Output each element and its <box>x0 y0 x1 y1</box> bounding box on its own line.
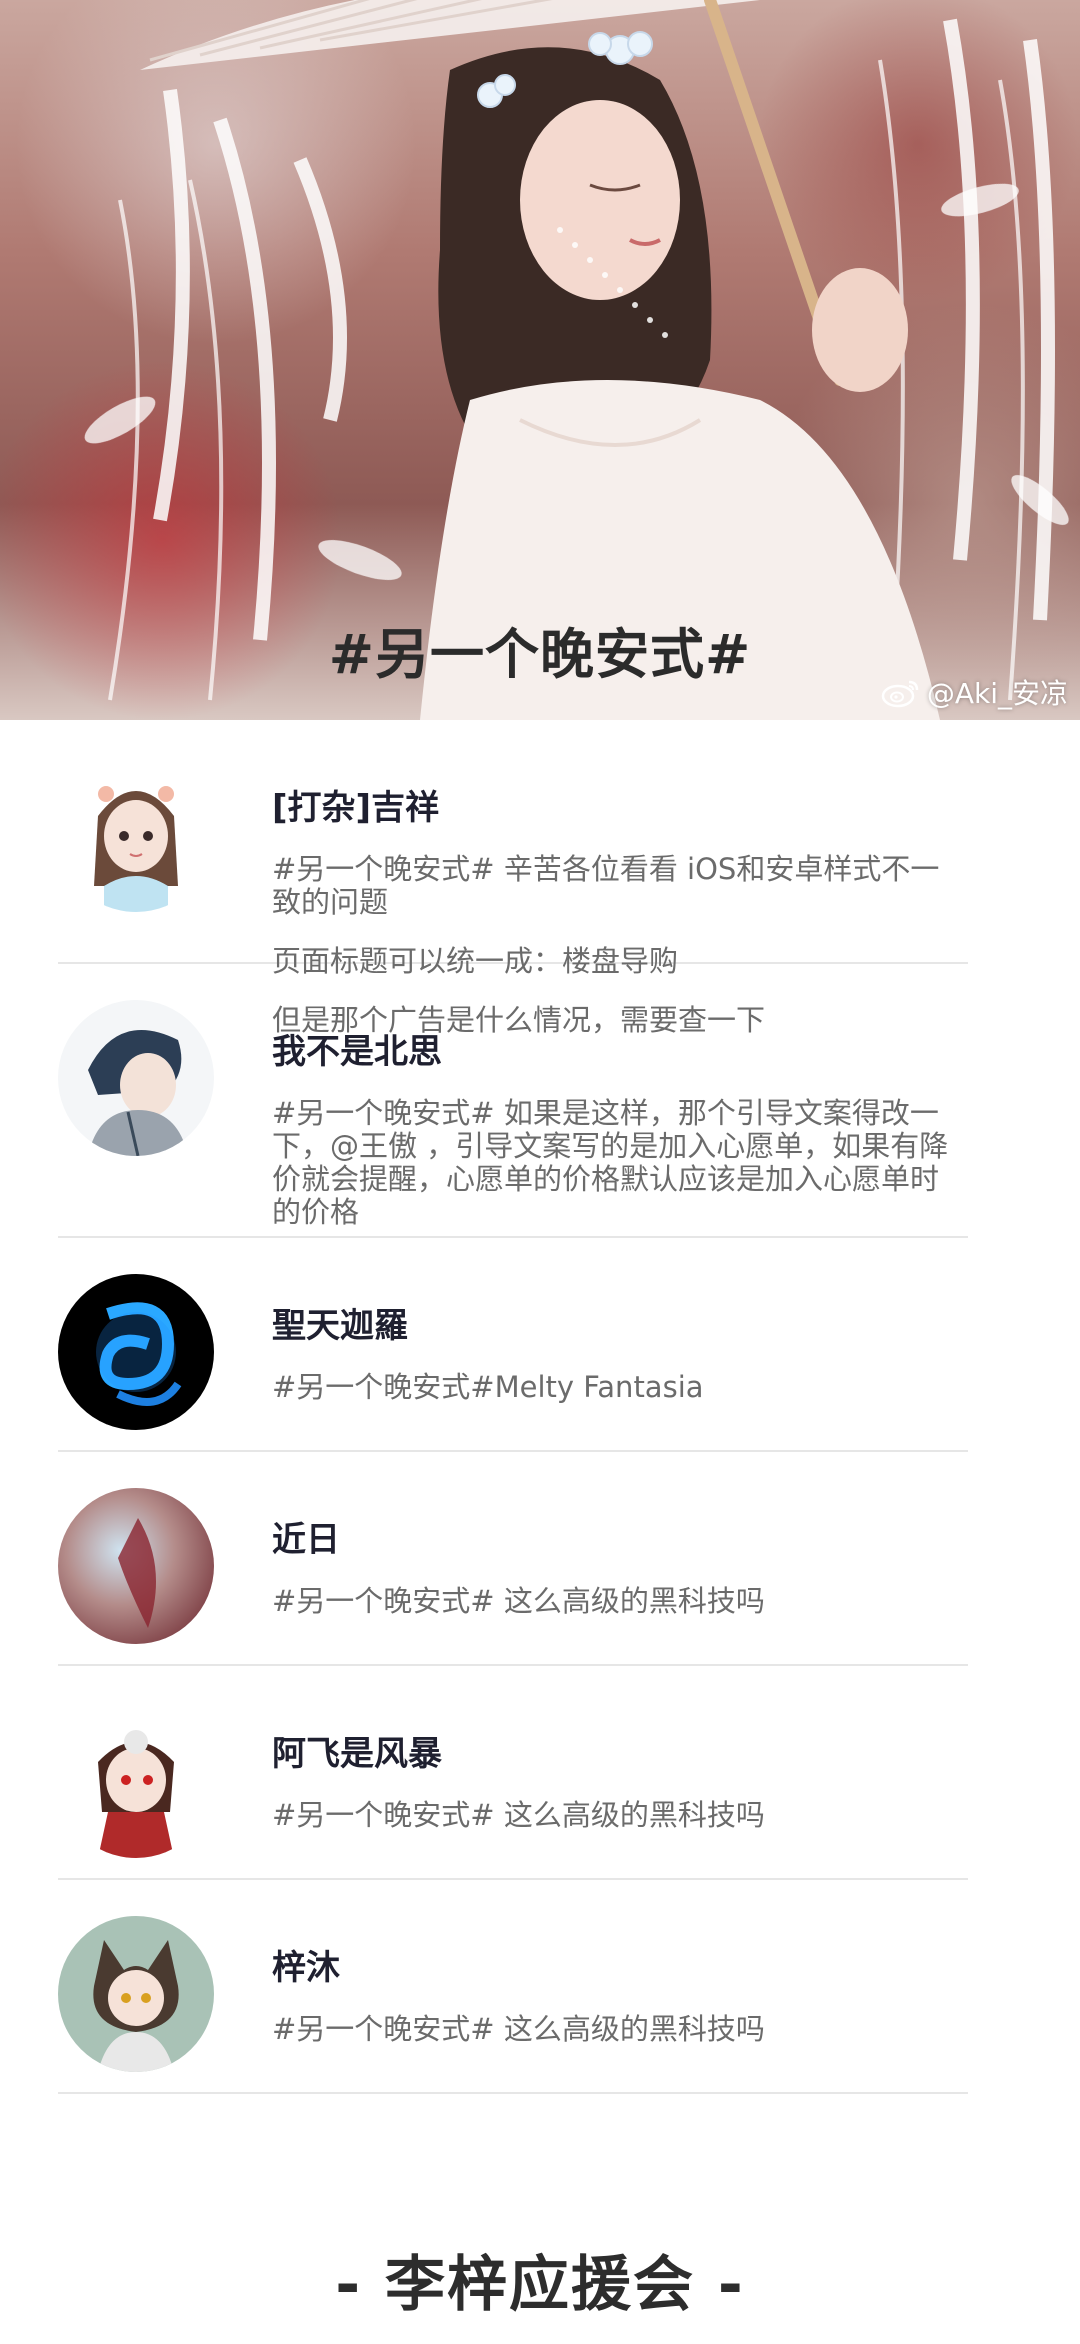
comment-item[interactable]: 梓沐 #另一个晚安式# 这么高级的黑科技吗 <box>58 1880 968 2094</box>
comment-text: #另一个晚安式#Melty Fantasia <box>272 1370 704 1404</box>
comment-author[interactable]: [打杂]吉祥 <box>272 780 958 829</box>
comment-author[interactable]: 聖天迦羅 <box>272 1298 958 1347</box>
avatar[interactable] <box>58 1488 214 1644</box>
weibo-icon <box>881 680 919 708</box>
comment-author[interactable]: 阿飞是风暴 <box>272 1726 958 1775</box>
avatar-image <box>58 1488 214 1644</box>
comment-text: #另一个晚安式# 如果是这样，那个引导文案得改一下，@王傲 ，引导文案写的是加入… <box>272 1096 949 1229</box>
comment-text: #另一个晚安式# 这么高级的黑科技吗 <box>272 2012 765 2046</box>
footer-title: - 李梓应援会 - <box>335 2250 745 2320</box>
hero-banner: #另一个晚安式# @Aki_安凉 <box>0 0 1080 720</box>
watermark-text: @Aki_安凉 <box>926 677 1068 710</box>
comment-author[interactable]: 近日 <box>272 1512 958 1561</box>
comment-text: #另一个晚安式# 这么高级的黑科技吗 <box>272 1798 765 1832</box>
avatar[interactable] <box>58 756 214 912</box>
comment-item[interactable]: 聖天迦羅 #另一个晚安式#Melty Fantasia <box>58 1238 968 1452</box>
comment-item[interactable]: 我不是北思 #另一个晚安式# 如果是这样，那个引导文案得改一下，@王傲 ，引导文… <box>58 964 968 1238</box>
comment-list: [打杂]吉祥 #另一个晚安式# 辛苦各位看看 iOS和安卓样式不一致的问题 页面… <box>0 720 1080 2094</box>
comment-item[interactable]: 阿飞是风暴 #另一个晚安式# 这么高级的黑科技吗 <box>58 1666 968 1880</box>
avatar[interactable] <box>58 1274 214 1430</box>
comment-text: #另一个晚安式# 这么高级的黑科技吗 <box>272 1584 765 1618</box>
avatar-image <box>58 1702 214 1858</box>
comment-author[interactable]: 我不是北思 <box>272 1024 958 1073</box>
avatar[interactable] <box>58 1000 214 1156</box>
comment-item[interactable]: [打杂]吉祥 #另一个晚安式# 辛苦各位看看 iOS和安卓样式不一致的问题 页面… <box>58 720 968 1037</box>
avatar-image <box>58 1274 214 1430</box>
avatar[interactable] <box>58 1916 214 2072</box>
avatar-image <box>58 1000 214 1156</box>
comment-item[interactable]: 近日 #另一个晚安式# 这么高级的黑科技吗 <box>58 1452 968 1666</box>
avatar-image <box>58 756 214 912</box>
comment-text: #另一个晚安式# 辛苦各位看看 iOS和安卓样式不一致的问题 <box>272 852 940 919</box>
avatar[interactable] <box>58 1702 214 1858</box>
avatar-image <box>58 1916 214 2072</box>
comment-author[interactable]: 梓沐 <box>272 1940 958 1989</box>
watermark: @Aki_安凉 <box>881 672 1068 712</box>
